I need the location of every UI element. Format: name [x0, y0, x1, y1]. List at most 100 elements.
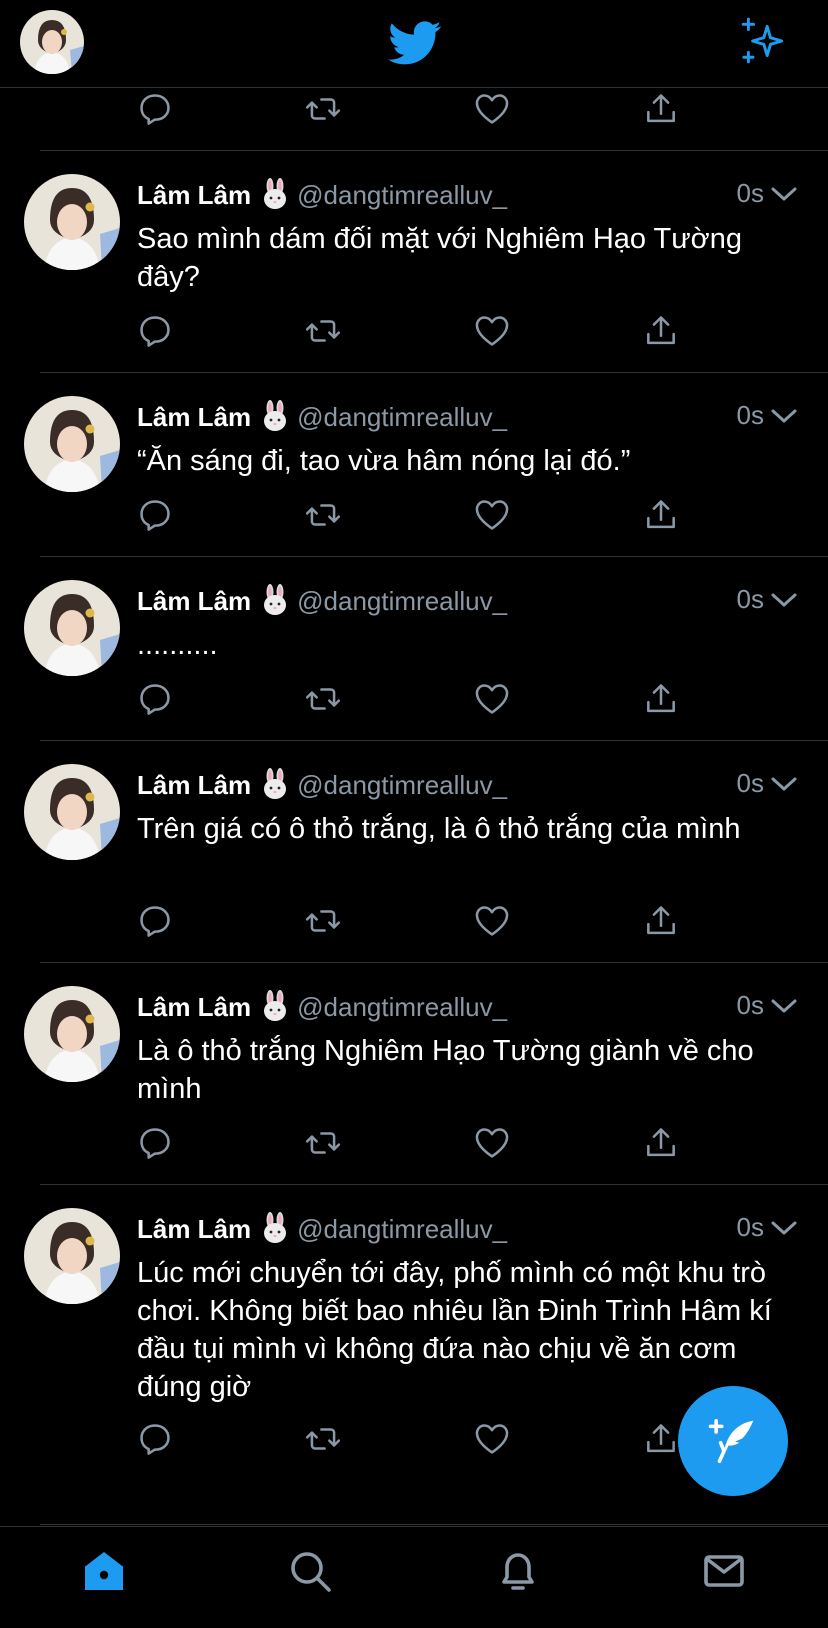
handle[interactable]: @dangtimrealluv_ [297, 180, 507, 210]
chevron-down-icon[interactable] [770, 588, 798, 612]
tweet-actions [136, 90, 696, 130]
reply-icon[interactable] [136, 1420, 176, 1460]
tweet-header: Lâm Lâm @dangtimrealluv_ [137, 768, 507, 802]
twitter-bird-icon[interactable] [384, 16, 446, 70]
compose-feather-icon [708, 1418, 754, 1464]
display-name[interactable]: Lâm Lâm [137, 992, 251, 1022]
share-icon[interactable] [642, 90, 682, 130]
handle[interactable]: @dangtimrealluv_ [297, 586, 507, 616]
search-icon [291, 1552, 331, 1592]
divider [40, 372, 828, 373]
reply-icon[interactable] [136, 90, 176, 130]
compose-tweet-button[interactable] [678, 1386, 788, 1496]
share-icon[interactable] [642, 1420, 682, 1460]
tweet[interactable]: Lâm Lâm @dangtimrealluv_ 0s “Ăn sáng đi, … [0, 372, 828, 556]
tweet-header: Lâm Lâm @dangtimrealluv_ [137, 400, 507, 434]
reply-icon[interactable] [136, 496, 176, 536]
divider [40, 1184, 828, 1185]
like-icon[interactable] [473, 312, 513, 352]
retweet-icon[interactable] [304, 680, 344, 720]
tweet-header: Lâm Lâm @dangtimrealluv_ [137, 990, 507, 1024]
tweet[interactable]: Lâm Lâm @dangtimrealluv_ 0s Sao mình dám … [0, 150, 828, 372]
timestamp: 0s [736, 768, 764, 798]
avatar[interactable] [24, 174, 120, 270]
handle[interactable]: @dangtimrealluv_ [297, 992, 507, 1022]
display-name[interactable]: Lâm Lâm [137, 1214, 251, 1244]
reply-icon[interactable] [136, 312, 176, 352]
avatar[interactable] [24, 986, 120, 1082]
handle[interactable]: @dangtimrealluv_ [297, 402, 507, 432]
tweet-text: .......... [137, 629, 218, 661]
share-icon[interactable] [642, 496, 682, 536]
display-name[interactable]: Lâm Lâm [137, 586, 251, 616]
display-name[interactable]: Lâm Lâm [137, 402, 251, 432]
rabbit-emoji-icon [264, 584, 287, 615]
timestamp: 0s [736, 178, 764, 208]
profile-avatar[interactable] [20, 10, 84, 74]
rabbit-emoji-icon [264, 400, 287, 431]
chevron-down-icon[interactable] [770, 404, 798, 428]
tweet-header: Lâm Lâm @dangtimrealluv_ [137, 1212, 507, 1246]
divider [40, 962, 828, 963]
chevron-down-icon[interactable] [770, 772, 798, 796]
tweet[interactable]: Lâm Lâm @dangtimrealluv_ 0s Là ô thỏ trắn… [0, 962, 828, 1184]
avatar[interactable] [24, 1208, 120, 1304]
handle[interactable]: @dangtimrealluv_ [297, 770, 507, 800]
tweet-text: “Ăn sáng đi, tao vừa hâm nóng lại đó.” [137, 445, 631, 477]
timestamp: 0s [736, 584, 764, 614]
divider [40, 556, 828, 557]
rabbit-emoji-icon [264, 990, 287, 1021]
share-icon[interactable] [642, 1124, 682, 1164]
retweet-icon[interactable] [304, 90, 344, 130]
tweet-text: Trên giá có ô thỏ trắng, là ô thỏ trắng … [137, 813, 741, 845]
tweet-text: Là ô thỏ trắng Nghiêm Hạo Tường giành về… [137, 1035, 754, 1105]
chevron-down-icon[interactable] [770, 1216, 798, 1240]
tweet-actions [136, 496, 696, 536]
sparkle-icon[interactable] [738, 16, 788, 66]
divider [40, 740, 828, 741]
like-icon[interactable] [473, 496, 513, 536]
tweet-actions [136, 902, 696, 942]
retweet-icon[interactable] [304, 902, 344, 942]
tweet[interactable]: Lâm Lâm @dangtimrealluv_ 0s Trên giá có ô… [0, 740, 828, 962]
tweet-header: Lâm Lâm @dangtimrealluv_ [137, 178, 507, 212]
like-icon[interactable] [473, 1420, 513, 1460]
timeline: Lâm Lâm @dangtimrealluv_ 0s Sao mình dám … [0, 88, 828, 1526]
like-icon[interactable] [473, 1124, 513, 1164]
nav-home[interactable] [80, 1547, 128, 1595]
timestamp: 0s [736, 400, 764, 430]
nav-notifications[interactable] [494, 1547, 542, 1595]
reply-icon[interactable] [136, 1124, 176, 1164]
tweet[interactable]: Lâm Lâm @dangtimrealluv_ 0s .......... [0, 556, 828, 740]
like-icon[interactable] [473, 680, 513, 720]
reply-icon[interactable] [136, 902, 176, 942]
handle[interactable]: @dangtimrealluv_ [297, 1214, 507, 1244]
home-icon [85, 1552, 123, 1590]
reply-icon[interactable] [136, 680, 176, 720]
messages-icon [704, 1555, 744, 1587]
nav-messages[interactable] [700, 1547, 748, 1595]
rabbit-emoji-icon [264, 1212, 287, 1243]
retweet-icon[interactable] [304, 496, 344, 536]
retweet-icon[interactable] [304, 1420, 344, 1460]
retweet-icon[interactable] [304, 1124, 344, 1164]
like-icon[interactable] [473, 902, 513, 942]
avatar[interactable] [24, 580, 120, 676]
display-name[interactable]: Lâm Lâm [137, 770, 251, 800]
display-name[interactable]: Lâm Lâm [137, 180, 251, 210]
retweet-icon[interactable] [304, 312, 344, 352]
rabbit-emoji-icon [264, 768, 287, 799]
avatar[interactable] [24, 396, 120, 492]
tweet-actions [136, 1124, 696, 1164]
chevron-down-icon[interactable] [770, 182, 798, 206]
like-icon[interactable] [473, 90, 513, 130]
chevron-down-icon[interactable] [770, 994, 798, 1018]
nav-search[interactable] [286, 1547, 334, 1595]
share-icon[interactable] [642, 312, 682, 352]
share-icon[interactable] [642, 902, 682, 942]
timestamp: 0s [736, 1212, 764, 1242]
divider [40, 150, 828, 151]
avatar[interactable] [24, 764, 120, 860]
share-icon[interactable] [642, 680, 682, 720]
tweet-text: Lúc mới chuyển tới đây, phố mình có một … [137, 1257, 772, 1403]
